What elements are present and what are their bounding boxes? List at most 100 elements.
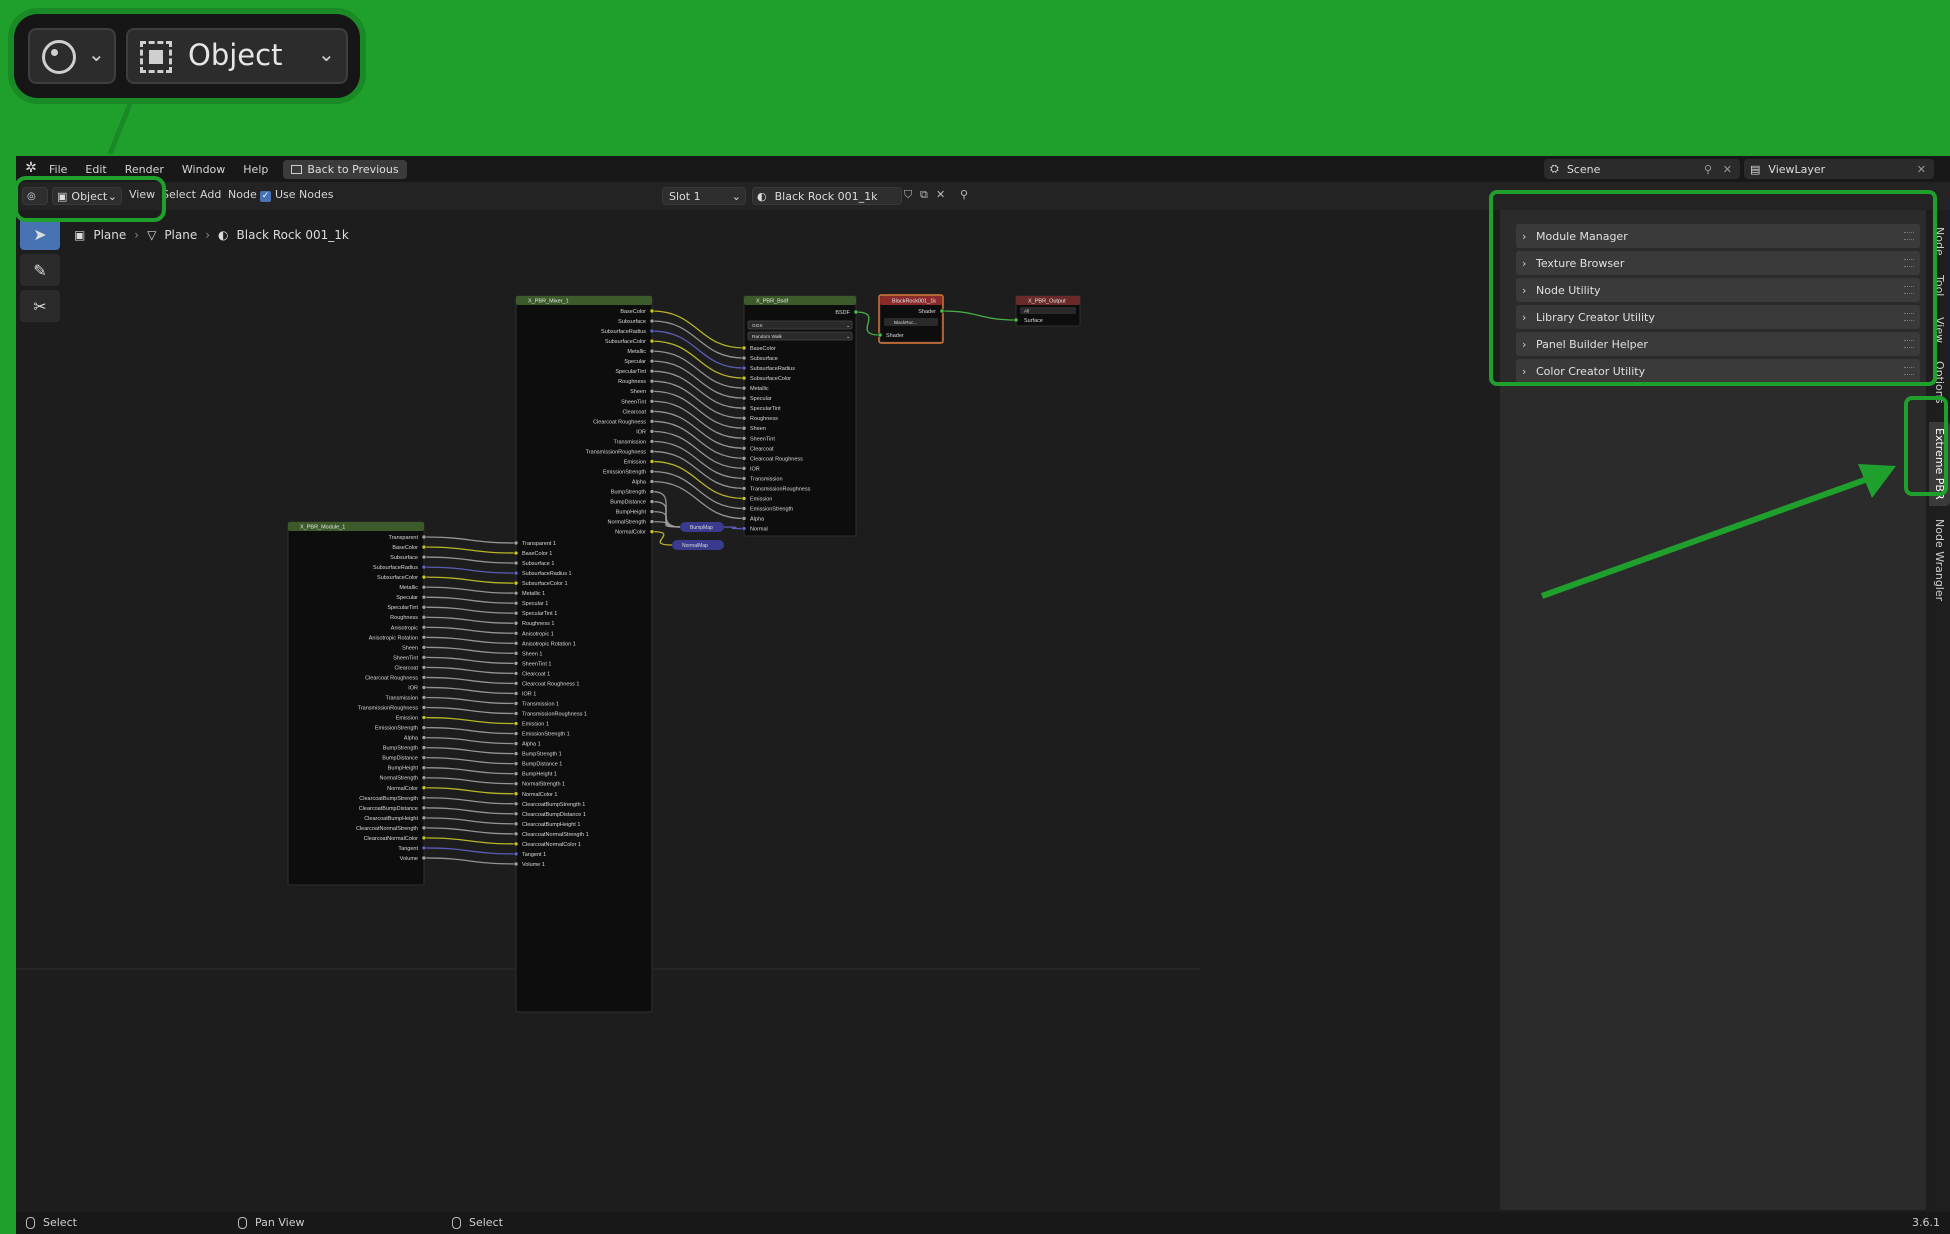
node-socket[interactable] <box>513 781 519 787</box>
node-socket[interactable] <box>649 368 655 374</box>
node-socket[interactable] <box>649 378 655 384</box>
node-socket[interactable] <box>421 855 427 861</box>
panel-panel-builder-helper[interactable]: › Panel Builder Helper <box>1516 332 1920 356</box>
node-socket[interactable] <box>741 355 747 361</box>
node-socket[interactable] <box>421 695 427 700</box>
tab-node-wrangler[interactable]: Node Wrangler <box>1929 510 1950 610</box>
node-socket[interactable] <box>649 509 655 514</box>
node-socket[interactable] <box>513 711 519 716</box>
node-socket[interactable] <box>513 610 519 616</box>
node-socket[interactable] <box>513 771 519 776</box>
node-socket[interactable] <box>649 519 655 524</box>
node-socket[interactable] <box>741 385 747 391</box>
node-socket[interactable] <box>513 821 519 827</box>
node-socket[interactable] <box>1013 317 1019 323</box>
node-socket[interactable] <box>513 600 519 606</box>
node-socket[interactable] <box>421 755 427 760</box>
node-socket[interactable] <box>421 845 427 851</box>
node-socket[interactable] <box>649 469 655 474</box>
node-socket[interactable] <box>649 398 655 404</box>
node-socket[interactable] <box>513 560 519 566</box>
node-socket[interactable] <box>421 705 427 710</box>
node-socket[interactable] <box>421 815 427 821</box>
node-socket[interactable] <box>741 496 747 501</box>
node-socket[interactable] <box>421 665 427 670</box>
node-socket[interactable] <box>421 835 427 841</box>
node-socket[interactable] <box>513 751 519 756</box>
node-socket[interactable] <box>421 564 427 570</box>
node-socket[interactable] <box>513 630 519 636</box>
node-socket[interactable] <box>421 785 427 791</box>
node-socket[interactable] <box>741 466 747 471</box>
node-socket[interactable] <box>649 479 655 484</box>
node-socket[interactable] <box>513 570 519 576</box>
tab-tool[interactable]: Tool <box>1929 266 1950 306</box>
drag-grip-icon[interactable] <box>1904 340 1914 348</box>
node-socket[interactable] <box>741 486 747 491</box>
node-socket[interactable] <box>421 614 427 620</box>
node-socket[interactable] <box>513 640 519 646</box>
node-socket[interactable] <box>513 861 519 867</box>
node-socket[interactable] <box>421 675 427 680</box>
node-socket[interactable] <box>741 425 747 431</box>
node-socket[interactable] <box>877 332 883 338</box>
node-socket[interactable] <box>421 775 427 781</box>
node-socket[interactable] <box>649 489 655 494</box>
node-socket[interactable] <box>649 308 655 314</box>
node-socket[interactable] <box>513 681 519 686</box>
node-bump-map[interactable]: BumpMap <box>680 522 724 532</box>
node-socket[interactable] <box>513 671 519 676</box>
node-socket[interactable] <box>421 725 427 730</box>
node-socket[interactable] <box>513 831 519 837</box>
drag-grip-icon[interactable] <box>1904 313 1914 321</box>
node-socket[interactable] <box>421 805 427 811</box>
node-socket[interactable] <box>741 476 747 481</box>
node-socket[interactable] <box>421 554 427 560</box>
node-socket[interactable] <box>741 526 747 531</box>
node-socket[interactable] <box>741 456 747 461</box>
node-socket[interactable] <box>513 661 519 666</box>
node-material-group[interactable]: BlackRock001_1kShaderBlackRoc...Shader <box>877 294 945 344</box>
node-socket[interactable] <box>513 841 519 847</box>
node-socket[interactable] <box>649 338 655 344</box>
node-socket[interactable] <box>939 308 945 314</box>
drag-grip-icon[interactable] <box>1904 259 1914 267</box>
node-socket[interactable] <box>421 745 427 750</box>
drag-grip-icon[interactable] <box>1904 286 1914 294</box>
node-socket[interactable] <box>421 715 427 720</box>
node-socket[interactable] <box>421 685 427 690</box>
node-socket[interactable] <box>853 309 859 315</box>
node-socket[interactable] <box>741 395 747 401</box>
drag-grip-icon[interactable] <box>1904 232 1914 240</box>
panel-module-manager[interactable]: › Module Manager <box>1516 224 1920 248</box>
node-socket[interactable] <box>741 345 747 351</box>
node-pbr-output[interactable]: X_PBR_Output All Surface <box>1013 295 1081 327</box>
node-socket[interactable] <box>513 851 519 857</box>
node-socket[interactable] <box>741 375 747 381</box>
node-socket[interactable] <box>649 449 655 454</box>
node-socket[interactable] <box>513 691 519 696</box>
node-socket[interactable] <box>649 409 655 414</box>
node-socket[interactable] <box>513 651 519 656</box>
node-socket[interactable] <box>513 811 519 817</box>
node-normal-map[interactable]: NormalMap <box>672 540 724 550</box>
node-socket[interactable] <box>741 435 747 441</box>
node-socket[interactable] <box>513 761 519 766</box>
node-socket[interactable] <box>421 544 427 550</box>
node-socket[interactable] <box>513 550 519 556</box>
node-socket[interactable] <box>421 634 427 640</box>
node-socket[interactable] <box>513 721 519 726</box>
node-socket[interactable] <box>421 594 427 600</box>
panel-color-creator-utility[interactable]: › Color Creator Utility <box>1516 359 1920 383</box>
node-socket[interactable] <box>741 445 747 451</box>
node-socket[interactable] <box>649 499 655 504</box>
node-socket[interactable] <box>421 655 427 660</box>
node-socket[interactable] <box>649 459 655 464</box>
bsdf-dropdown[interactable] <box>747 320 853 330</box>
node-socket[interactable] <box>421 624 427 630</box>
node-socket[interactable] <box>649 358 655 364</box>
tab-view[interactable]: View <box>1929 310 1950 350</box>
node-socket[interactable] <box>421 574 427 580</box>
node-socket[interactable] <box>513 701 519 706</box>
panel-texture-browser[interactable]: › Texture Browser <box>1516 251 1920 275</box>
